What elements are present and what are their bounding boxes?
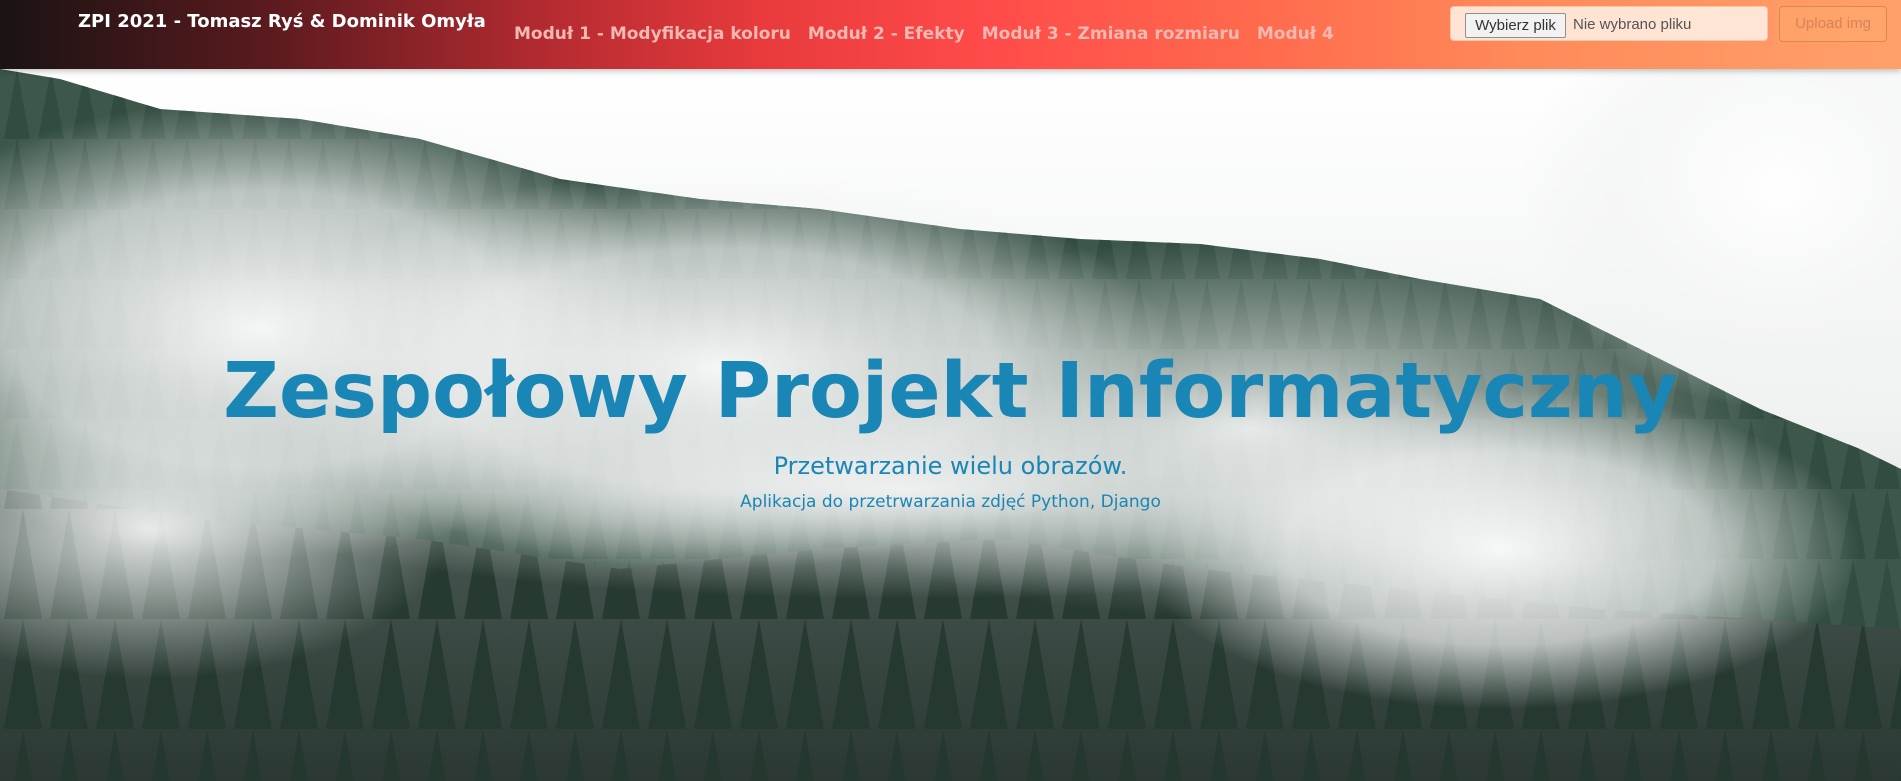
file-input[interactable]: Wybierz plik Nie wybrano pliku bbox=[1450, 6, 1768, 41]
upload-img-button[interactable]: Upload img bbox=[1779, 6, 1887, 42]
navbar: ZPI 2021 - Tomasz Ryś & Dominik Omyła Mo… bbox=[0, 0, 1901, 69]
file-status-text: Nie wybrano pliku bbox=[1573, 16, 1692, 33]
hero-title: Zespołowy Projekt Informatyczny bbox=[223, 347, 1678, 436]
choose-file-button[interactable]: Wybierz plik bbox=[1465, 13, 1566, 38]
nav-link-module-2[interactable]: Moduł 2 - Efekty bbox=[808, 24, 965, 44]
brand-title[interactable]: ZPI 2021 - Tomasz Ryś & Dominik Omyła bbox=[78, 11, 486, 32]
hero-caption: Aplikacja do przetrwarzania zdjęć Python… bbox=[740, 492, 1161, 512]
nav-links: Moduł 1 - Modyfikacja koloru Moduł 2 - E… bbox=[514, 24, 1334, 44]
nav-link-module-4[interactable]: Moduł 4 bbox=[1257, 24, 1334, 44]
nav-link-module-1[interactable]: Moduł 1 - Modyfikacja koloru bbox=[514, 24, 791, 44]
hero-section: Zespołowy Projekt Informatyczny Przetwar… bbox=[0, 69, 1901, 781]
nav-link-module-3[interactable]: Moduł 3 - Zmiana rozmiaru bbox=[982, 24, 1240, 44]
hero-subtitle: Przetwarzanie wielu obrazów. bbox=[773, 452, 1128, 480]
page: ZPI 2021 - Tomasz Ryś & Dominik Omyła Mo… bbox=[0, 0, 1901, 781]
